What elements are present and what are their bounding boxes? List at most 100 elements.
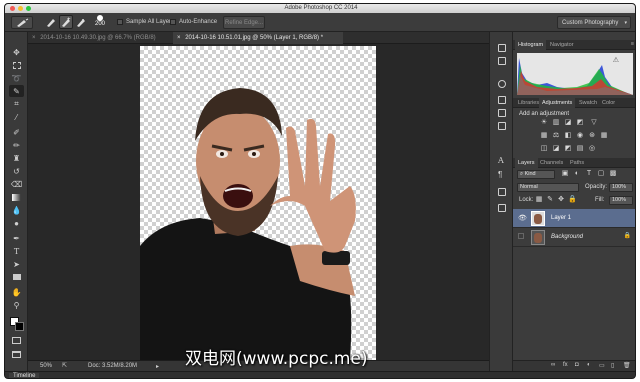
document-canvas[interactable] [140,46,376,360]
zoom-level[interactable]: 50% [40,363,52,369]
filter-type-icon[interactable]: T [585,170,593,178]
background-color-swatch[interactable] [15,322,24,331]
color-balance-icon[interactable]: ⚖ [552,132,560,140]
adjustment-layer-icon[interactable]: ◐ [587,362,591,368]
character-panel-icon[interactable]: A [498,156,504,165]
link-layers-icon[interactable]: ∞ [551,362,555,368]
brush-panel-icon[interactable] [498,96,506,104]
visibility-toggle[interactable] [518,233,524,239]
move-tool[interactable]: ✥ [9,46,24,58]
history-panel-icon[interactable] [498,44,506,52]
status-menu-arrow-icon[interactable]: ▸ [156,363,159,370]
gradient-map-icon[interactable]: ▤ [576,145,584,153]
canvas-area[interactable] [28,44,489,360]
sample-all-layers-checkbox[interactable]: Sample All Layers [117,19,174,25]
filter-pixel-icon[interactable]: ▣ [561,170,569,178]
type-tool[interactable]: T [9,245,24,257]
new-group-icon[interactable]: ▭ [599,362,605,369]
close-tab-icon[interactable]: × [177,35,181,41]
channel-mixer-icon[interactable]: ⊛ [588,132,596,140]
delete-layer-icon[interactable]: 🗑 [623,362,631,369]
doc-tab-inactive[interactable]: × 2014-10-16 10.49.30.jpg @ 66.7% (RGB/8… [28,32,173,44]
close-tab-icon[interactable]: × [32,35,36,41]
close-window-button[interactable] [10,6,15,11]
workspace-switcher[interactable]: Custom Photography ▾ [557,16,631,29]
vibrance-icon[interactable]: ▽ [590,119,598,127]
spot-healing-tool[interactable]: ✐ [9,126,24,138]
dodge-tool[interactable]: ● [9,217,24,229]
subtract-from-selection-button[interactable]: - [75,16,87,29]
tab-layers[interactable]: Layers [515,158,538,168]
gradient-tool[interactable] [9,191,24,203]
blend-mode-select[interactable]: Normal [517,183,579,192]
minimize-window-button[interactable] [18,6,23,11]
auto-enhance-box[interactable] [170,19,176,25]
layer-mask-icon[interactable]: ◘ [575,362,579,368]
layer-filter-select[interactable]: ⌕ Kind [517,170,555,179]
screen-mode-button[interactable] [9,348,24,360]
eraser-tool[interactable]: ⌫ [9,178,24,190]
rectangle-tool[interactable] [9,271,24,283]
clone-source-icon[interactable] [498,122,506,130]
pen-tool[interactable]: ✒ [9,232,24,244]
lock-all-icon[interactable]: 🔒 [568,196,577,204]
tab-adjustments[interactable]: Adjustments [539,98,576,108]
blur-tool[interactable]: 💧 [9,204,24,216]
lasso-tool[interactable]: ➰ [9,72,24,84]
tab-navigator[interactable]: Navigator [547,40,577,50]
lock-pixels-icon[interactable]: ✎ [546,196,554,204]
share-icon[interactable]: ⇱ [62,362,67,369]
tab-color[interactable]: Color [599,98,618,108]
new-layer-icon[interactable]: ▯ [611,362,614,369]
layer-row[interactable]: Background 🔒 [513,228,635,247]
crop-tool[interactable]: ⌗ [9,98,24,110]
black-white-icon[interactable]: ◧ [564,132,572,140]
curves-icon[interactable]: ◪ [564,119,572,127]
tool-preset-picker[interactable] [11,16,33,29]
panel-menu-icon[interactable]: ≡ [631,41,634,47]
invert-icon[interactable]: ◫ [540,145,548,153]
refine-edge-button[interactable]: Refine Edge... [223,16,265,29]
layer-row-selected[interactable]: 👁 Layer 1 [513,209,635,228]
actions-panel-icon[interactable] [498,204,506,212]
hue-saturation-icon[interactable]: ▦ [540,132,548,140]
selective-color-icon[interactable]: ◎ [588,145,596,153]
threshold-icon[interactable]: ◩ [564,145,572,153]
filter-adjustment-icon[interactable]: ◐ [573,170,581,178]
exposure-icon[interactable]: ◩ [576,119,584,127]
new-selection-button[interactable] [45,16,57,29]
brush-presets-icon[interactable] [498,109,506,117]
clone-stamp-tool[interactable]: ♜ [9,152,24,164]
properties-panel-icon[interactable] [498,57,506,65]
marquee-tool[interactable] [9,59,24,71]
brush-tool[interactable]: ✏ [9,139,24,151]
sample-all-layers-box[interactable] [117,19,123,25]
auto-enhance-checkbox[interactable]: Auto-Enhance [170,19,217,25]
brush-size-picker[interactable]: 200 [91,15,109,31]
levels-icon[interactable]: ▥ [552,119,560,127]
eyedropper-tool[interactable]: ⁄ [9,111,24,123]
zoom-window-button[interactable] [26,6,31,11]
lock-position-icon[interactable]: ✥ [557,196,565,204]
history-brush-tool[interactable]: ↺ [9,165,24,177]
filter-shape-icon[interactable]: ▢ [597,170,605,178]
warning-icon[interactable]: ⚠ [613,56,619,64]
paragraph-panel-icon[interactable]: ¶ [498,170,502,179]
styles-panel-icon[interactable] [498,188,506,196]
quick-mask-button[interactable] [9,334,24,346]
filter-smart-object-icon[interactable]: ▩ [609,170,617,178]
tab-swatch[interactable]: Swatch [576,98,600,108]
quick-selection-tool[interactable]: ✎ [9,85,24,97]
tab-channels[interactable]: Channels [537,158,566,168]
color-lookup-icon[interactable]: ▦ [600,132,608,140]
zoom-tool[interactable]: ⚲ [9,299,24,311]
timeline-tab[interactable]: Timeline [9,373,40,378]
fill-field[interactable]: 100% [609,196,633,205]
doc-tab-active[interactable]: × 2014-10-16 10.51.01.jpg @ 50% (Layer 1… [173,32,343,44]
tab-paths[interactable]: Paths [567,158,587,168]
path-selection-tool[interactable]: ➤ [9,258,24,270]
lock-transparent-icon[interactable]: ▦ [535,196,543,204]
hand-tool[interactable]: ✋ [9,286,24,298]
opacity-field[interactable]: 100% [609,183,633,192]
add-to-selection-button[interactable]: + [59,15,73,29]
